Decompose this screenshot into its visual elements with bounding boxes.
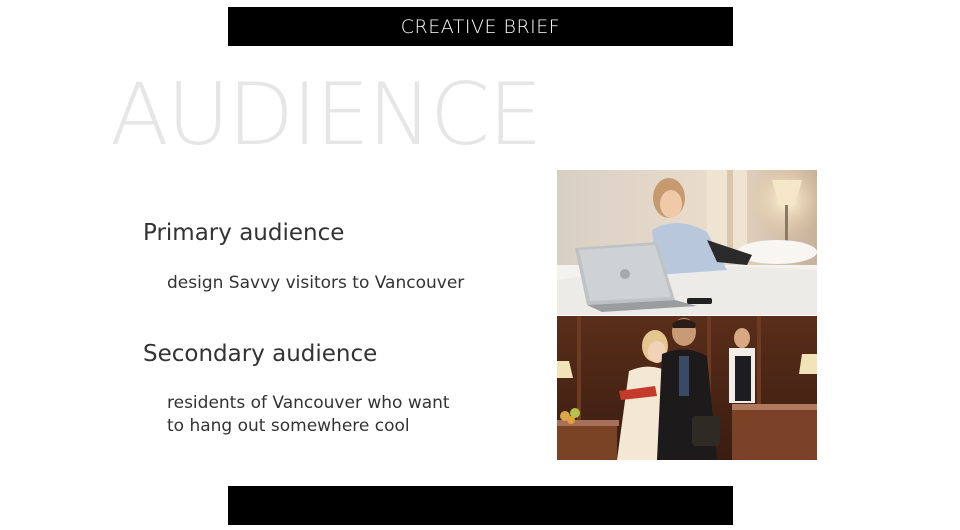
secondary-audience-text-line1: residents of Vancouver who want — [167, 393, 450, 413]
header-title: CREATIVE BRIEF — [400, 15, 561, 38]
primary-audience-heading: Primary audience — [143, 220, 345, 246]
photo-woman-laptop — [557, 170, 817, 315]
photo-couple-reception — [557, 316, 817, 460]
header-bar: CREATIVE BRIEF — [228, 7, 733, 46]
secondary-audience-heading: Secondary audience — [143, 341, 378, 367]
secondary-audience-text-line2: to hang out somewhere cool — [167, 416, 410, 436]
footer-bar — [228, 486, 733, 525]
slide-title: AUDIENCE — [110, 65, 542, 165]
primary-audience-text: design Savvy visitors to Vancouver — [167, 273, 465, 293]
